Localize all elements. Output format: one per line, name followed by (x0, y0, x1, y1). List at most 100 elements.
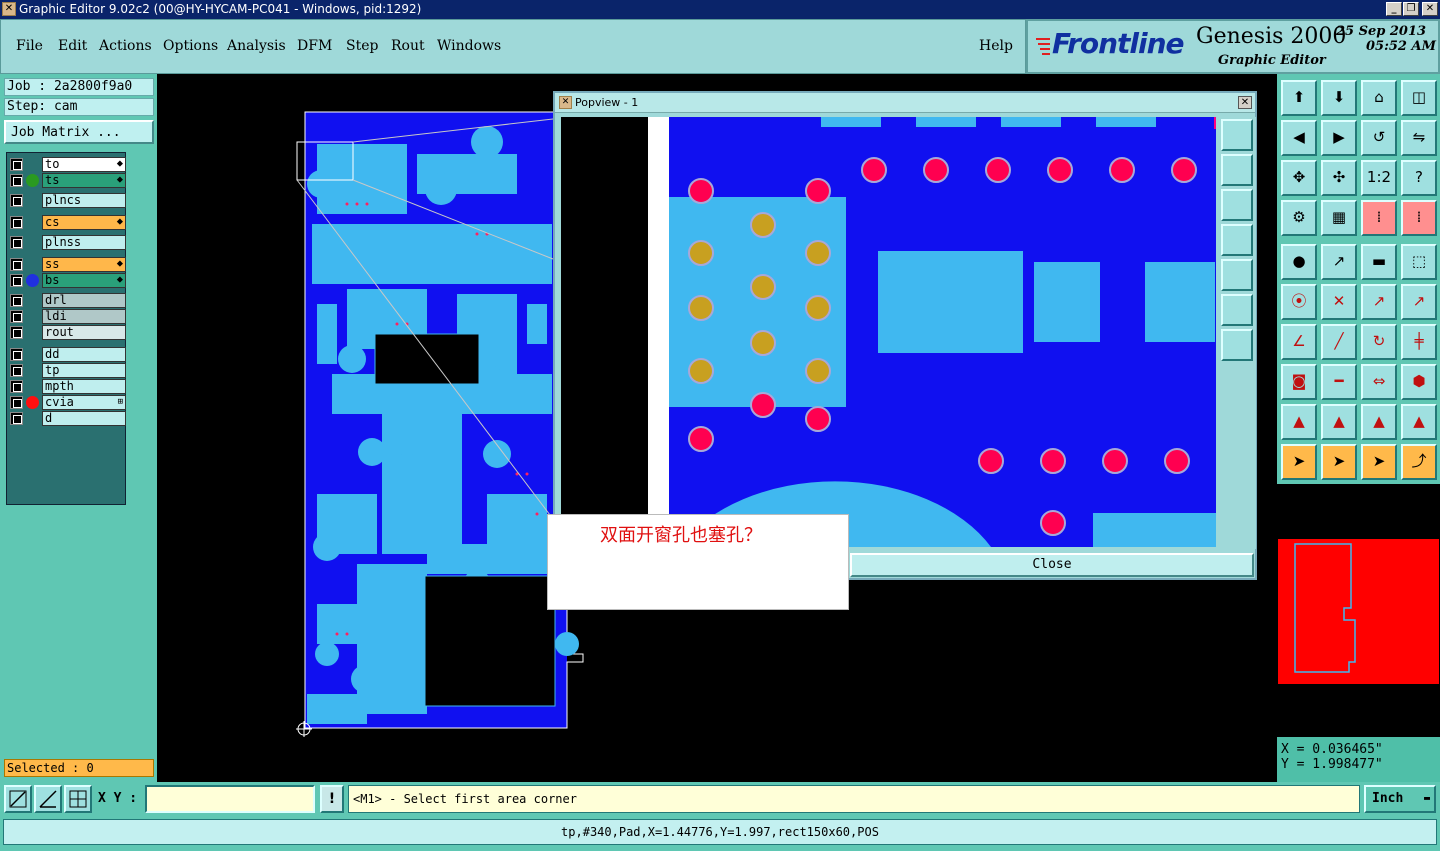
popview-canvas[interactable] (561, 117, 1216, 547)
layer-row-ldi[interactable]: ldi (9, 309, 126, 324)
popview-zoom-icon[interactable] (1221, 119, 1253, 151)
layer-row-rout[interactable]: rout (9, 325, 126, 340)
layer-checkbox[interactable] (10, 216, 23, 229)
layer-row-ss[interactable]: ss ⬥ (9, 257, 126, 272)
maximize-button[interactable]: ❐ (1403, 2, 1419, 16)
grid-snap-icon[interactable] (64, 785, 92, 813)
add-line-icon[interactable]: ↗ (1321, 244, 1357, 280)
layer-row-cvia[interactable]: cvia ⊞ (9, 395, 126, 410)
popview-close-icon[interactable]: ✕ (1238, 96, 1252, 109)
menu-rout[interactable]: Rout (391, 38, 425, 54)
help-query-icon[interactable]: ? (1401, 160, 1437, 196)
unit-select[interactable]: Inch ▬ (1364, 785, 1436, 813)
layer-name[interactable]: ts ⬥ (42, 173, 126, 188)
layers-red-icon[interactable]: ⁞ (1361, 200, 1397, 236)
layer-row-plnss[interactable]: plnss (9, 235, 126, 250)
window-split-icon[interactable]: ◫ (1401, 80, 1437, 116)
close-window-button[interactable]: ✕ (1422, 2, 1438, 16)
menu-analysis[interactable]: Analysis (227, 38, 286, 54)
home-up-icon[interactable]: ⬆ (1281, 80, 1317, 116)
layer-checkbox[interactable] (10, 412, 23, 425)
triangle-cut-icon[interactable]: ▲ (1401, 404, 1437, 440)
layer-name[interactable]: cvia ⊞ (42, 395, 126, 410)
pointer-icon[interactable]: ➤ (1281, 444, 1317, 480)
layer-row-plncs[interactable]: plncs (9, 193, 126, 208)
popview-down-icon[interactable] (1221, 189, 1253, 221)
layer-name[interactable]: ss ⬥ (42, 257, 126, 272)
layer-checkbox[interactable] (10, 380, 23, 393)
copy-icon[interactable]: ◙ (1281, 364, 1317, 400)
layer-row-ts[interactable]: ts ⬥ (9, 173, 126, 188)
select-area-icon[interactable]: ⬚ (1401, 244, 1437, 280)
layer-checkbox[interactable] (10, 194, 23, 207)
layer-name[interactable]: bs ⬥ (42, 273, 126, 288)
scale-1-2-icon[interactable]: 1:2 (1361, 160, 1397, 196)
alert-icon[interactable]: ! (320, 785, 344, 813)
menu-edit[interactable]: Edit (58, 38, 87, 54)
cross-icon[interactable]: ✕ (1321, 284, 1357, 320)
popview-left-icon[interactable] (1221, 224, 1253, 256)
layer-checkbox[interactable] (10, 258, 23, 271)
popview-fit-icon[interactable] (1221, 294, 1253, 326)
layer-name[interactable]: plncs (42, 193, 126, 208)
fit-icon[interactable]: ╪ (1401, 324, 1437, 360)
node-icon[interactable]: ⦿ (1281, 284, 1317, 320)
grid-icon[interactable]: ▦ (1321, 200, 1357, 236)
path-icon[interactable]: ⤴ (1401, 444, 1437, 480)
pointer-box-icon[interactable]: ➤ (1321, 444, 1357, 480)
home-down-icon[interactable]: ⬇ (1321, 80, 1357, 116)
popview-center-icon[interactable] (1221, 329, 1253, 361)
layer-checkbox[interactable] (10, 326, 23, 339)
triangle-alt-icon[interactable]: ▲ (1321, 404, 1357, 440)
layer-row-to[interactable]: to ⬥ (9, 157, 126, 172)
layer-checkbox[interactable] (10, 348, 23, 361)
overview-map[interactable] (1277, 484, 1440, 737)
layer-checkbox[interactable] (10, 274, 23, 287)
layer-checkbox[interactable] (10, 364, 23, 377)
popview-up-icon[interactable] (1221, 154, 1253, 186)
layer-name[interactable]: dd (42, 347, 126, 362)
layer-name[interactable]: plnss (42, 235, 126, 250)
layer-name[interactable]: ldi (42, 309, 126, 324)
menu-file[interactable]: File (16, 38, 43, 54)
menu-dfm[interactable]: DFM (297, 38, 332, 54)
layer-name[interactable]: rout (42, 325, 126, 340)
layer-row-bs[interactable]: bs ⬥ (9, 273, 126, 288)
layer-name[interactable]: tp (42, 363, 126, 378)
resize-icon[interactable]: ⇔ (1361, 364, 1397, 400)
ruler-icon[interactable]: ▬ (1361, 244, 1397, 280)
add-pad-icon[interactable]: ● (1281, 244, 1317, 280)
slash-line-icon[interactable]: ╱ (1321, 324, 1357, 360)
layer-checkbox[interactable] (10, 294, 23, 307)
layer-row-dd[interactable]: dd (9, 347, 126, 362)
layer-row-mpth[interactable]: mpth (9, 379, 126, 394)
layer-row-cs[interactable]: cs ⬥ (9, 215, 126, 230)
menu-step[interactable]: Step (346, 38, 378, 54)
menu-options[interactable]: Options (163, 38, 218, 54)
layer-name[interactable]: to ⬥ (42, 157, 126, 172)
layer-checkbox[interactable] (10, 158, 23, 171)
angle-line-icon[interactable]: ∠ (1281, 324, 1317, 360)
measure-icon[interactable]: ⚙ (1281, 200, 1317, 236)
refresh-icon[interactable]: ⇋ (1401, 120, 1437, 156)
layer-row-d[interactable]: d (9, 411, 126, 426)
layer-name[interactable]: cs ⬥ (42, 215, 126, 230)
zoom-fit-icon[interactable]: ✥ (1281, 160, 1317, 196)
angle-snap-icon[interactable] (34, 785, 62, 813)
job-matrix-button[interactable]: Job Matrix ... (4, 120, 154, 144)
menu-help[interactable]: Help (979, 38, 1013, 54)
route-icon[interactable]: ↗ (1401, 284, 1437, 320)
menu-windows[interactable]: Windows (437, 38, 501, 54)
popview-right-icon[interactable] (1221, 259, 1253, 291)
layer-checkbox[interactable] (10, 310, 23, 323)
pan-right-icon[interactable]: ▶ (1321, 120, 1357, 156)
layer-checkbox[interactable] (10, 236, 23, 249)
move-icon[interactable]: ━ (1321, 364, 1357, 400)
layer-row-drl[interactable]: drl (9, 293, 126, 308)
home-icon[interactable]: ⌂ (1361, 80, 1397, 116)
layer-name[interactable]: drl (42, 293, 126, 308)
layer-name[interactable]: d (42, 411, 126, 426)
layer-checkbox[interactable] (10, 396, 23, 409)
xy-input[interactable] (145, 785, 315, 813)
pointer-alt-icon[interactable]: ➤ (1361, 444, 1397, 480)
